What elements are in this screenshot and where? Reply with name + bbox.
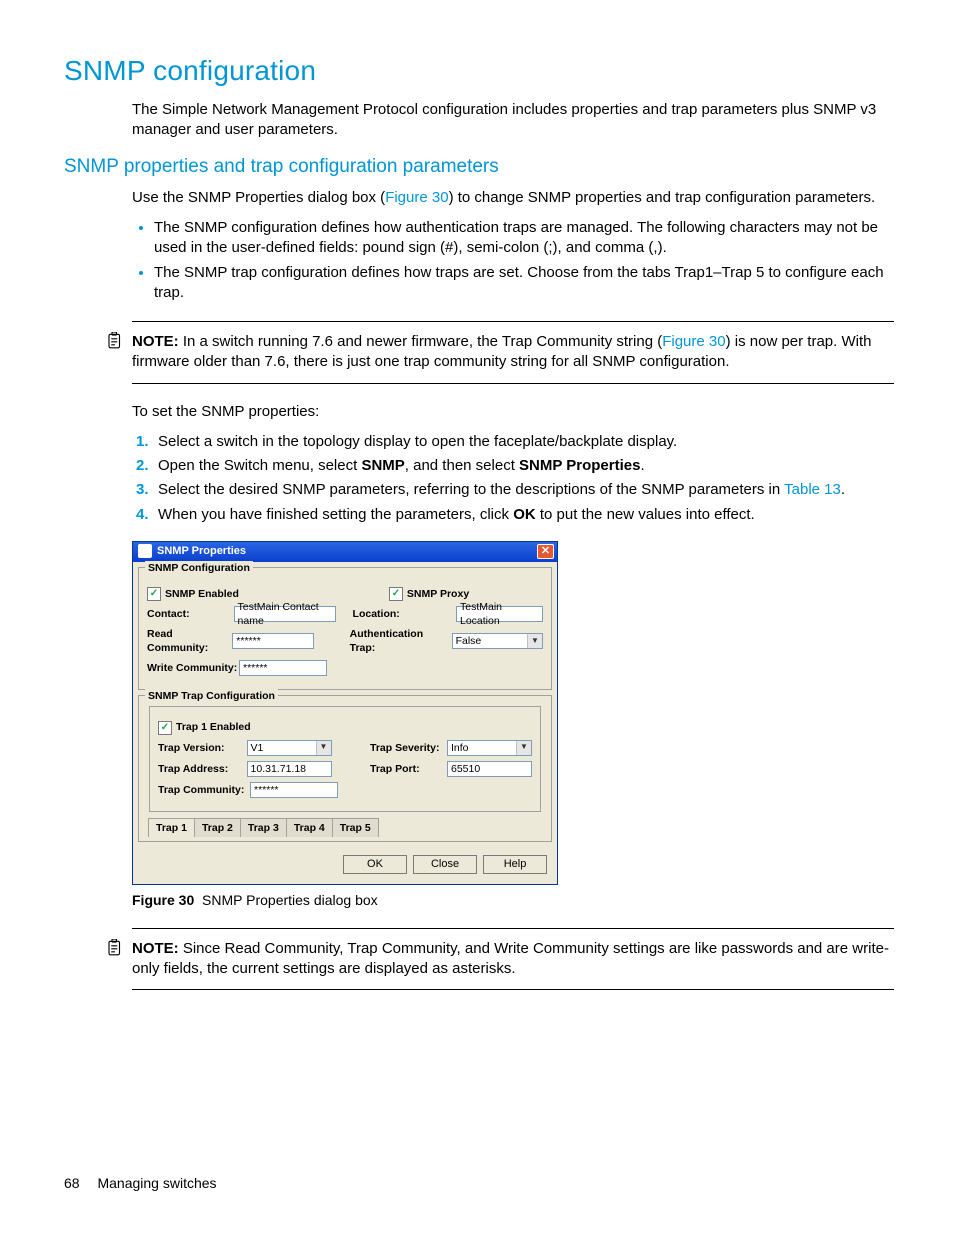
chevron-down-icon: ▼ [316,741,331,755]
snmp-proxy-checkbox[interactable]: ✓ SNMP Proxy [389,587,469,601]
intro-paragraph: The Simple Network Management Protocol c… [132,100,894,141]
step-2: Open the Switch menu, select SNMP, and t… [158,456,894,476]
trap1-enabled-checkbox[interactable]: ✓ Trap 1 Enabled [158,720,251,734]
trap-tabs: Trap 1 Trap 2 Trap 3 Trap 4 Trap 5 [148,818,542,837]
note-icon [106,332,124,350]
contact-field[interactable]: TestMain Contact name [234,606,336,622]
heading-snmp-configuration: SNMP configuration [64,52,894,90]
step-2-c: , and then select [405,457,519,474]
note2-text: Since Read Community, Trap Community, an… [132,940,889,977]
help-button[interactable]: Help [483,855,547,874]
step-4-bold-ok: OK [513,506,536,523]
tab-trap2[interactable]: Trap 2 [194,818,241,837]
note-block-1: NOTE: In a switch running 7.6 and newer … [132,321,894,384]
trap-version-select[interactable]: V1 ▼ [247,740,332,756]
trap-community-field[interactable]: ****** [250,782,338,798]
step-3-a: Select the desired SNMP parameters, refe… [158,481,784,498]
checkbox-icon: ✓ [147,587,161,601]
trap1-enabled-label: Trap 1 Enabled [176,720,251,734]
tab-trap4[interactable]: Trap 4 [286,818,333,837]
location-label: Location: [353,607,456,621]
trap-address-label: Trap Address: [158,762,247,776]
contact-label: Contact: [147,607,234,621]
table-13-link[interactable]: Table 13 [784,481,841,498]
chevron-down-icon: ▼ [527,634,542,648]
figure-caption-text: SNMP Properties dialog box [202,892,378,908]
step-3-b: . [841,481,845,498]
bullet-item: The SNMP configuration defines how authe… [154,218,894,259]
checkbox-icon: ✓ [389,587,403,601]
snmp-enabled-label: SNMP Enabled [165,587,239,601]
bullet-item: The SNMP trap configuration defines how … [154,263,894,304]
use-text-a: Use the SNMP Properties dialog box ( [132,189,385,206]
authentication-trap-select[interactable]: False ▼ [452,633,543,649]
snmp-trap-configuration-group: SNMP Trap Configuration ✓ Trap 1 Enabled… [138,695,552,841]
trap-severity-label: Trap Severity: [370,741,447,755]
read-community-label: Read Community: [147,627,232,655]
trap-version-label: Trap Version: [158,741,247,755]
group-legend: SNMP Trap Configuration [145,689,278,703]
note1-text-a: In a switch running 7.6 and newer firmwa… [183,333,662,350]
step-3: Select the desired SNMP parameters, refe… [158,480,894,500]
page-number: 68 [64,1175,80,1191]
figure-caption-label: Figure 30 [132,892,194,908]
use-text-b: ) to change SNMP properties and trap con… [449,189,876,206]
tab-trap1[interactable]: Trap 1 [148,818,195,837]
chevron-down-icon: ▼ [516,741,531,755]
footer-section-title: Managing switches [97,1175,216,1191]
step-2-e: . [640,457,644,474]
step-2-bold-props: SNMP Properties [519,457,640,474]
step-1: Select a switch in the topology display … [158,432,894,452]
dialog-title: SNMP Properties [157,544,537,559]
trap-severity-select[interactable]: Info ▼ [447,740,532,756]
authentication-trap-value: False [456,634,482,648]
trap-community-label: Trap Community: [158,783,250,797]
group-legend: SNMP Configuration [145,561,253,575]
step-2-bold-snmp: SNMP [361,457,404,474]
snmp-configuration-group: SNMP Configuration ✓ SNMP Enabled ✓ SNMP… [138,567,552,691]
note-label: NOTE: [132,333,179,350]
figure-30-link[interactable]: Figure 30 [385,189,448,206]
dialog-titlebar[interactable]: SNMP Properties ✕ [133,542,557,562]
snmp-properties-dialog: SNMP Properties ✕ SNMP Configuration ✓ S… [132,541,558,885]
step-4-a: When you have finished setting the param… [158,506,513,523]
ok-button[interactable]: OK [343,855,407,874]
note-label: NOTE: [132,940,179,957]
read-community-field[interactable]: ****** [232,633,314,649]
trap-port-field[interactable]: 65510 [447,761,532,777]
write-community-field[interactable]: ****** [239,660,327,676]
note-icon [106,939,124,957]
trap-inner-box: ✓ Trap 1 Enabled Trap Version: V1 ▼ Trap… [149,706,541,811]
heading-snmp-properties-trap: SNMP properties and trap configuration p… [64,154,894,180]
step-4-c: to put the new values into effect. [536,506,755,523]
trap-severity-value: Info [451,741,469,755]
step-2-a: Open the Switch menu, select [158,457,361,474]
snmp-enabled-checkbox[interactable]: ✓ SNMP Enabled [147,587,239,601]
trap-port-label: Trap Port: [370,762,447,776]
figure-caption: Figure 30 SNMP Properties dialog box [132,891,894,910]
page-footer: 68 Managing switches [64,1174,217,1193]
close-button[interactable]: Close [413,855,477,874]
trap-address-field[interactable]: 10.31.71.18 [247,761,332,777]
figure-30-link[interactable]: Figure 30 [662,333,725,350]
location-field[interactable]: TestMain Location [456,606,543,622]
step-4: When you have finished setting the param… [158,505,894,525]
tab-trap3[interactable]: Trap 3 [240,818,287,837]
authentication-trap-label: Authentication Trap: [350,627,452,655]
trap-version-value: V1 [251,741,264,755]
use-dialog-paragraph: Use the SNMP Properties dialog box (Figu… [132,188,894,208]
write-community-label: Write Community: [147,661,239,675]
to-set-paragraph: To set the SNMP properties: [132,402,894,422]
app-icon [138,544,152,558]
note-block-2: NOTE: Since Read Community, Trap Communi… [132,928,894,991]
checkbox-icon: ✓ [158,721,172,735]
tab-trap5[interactable]: Trap 5 [332,818,379,837]
close-icon[interactable]: ✕ [537,544,554,559]
